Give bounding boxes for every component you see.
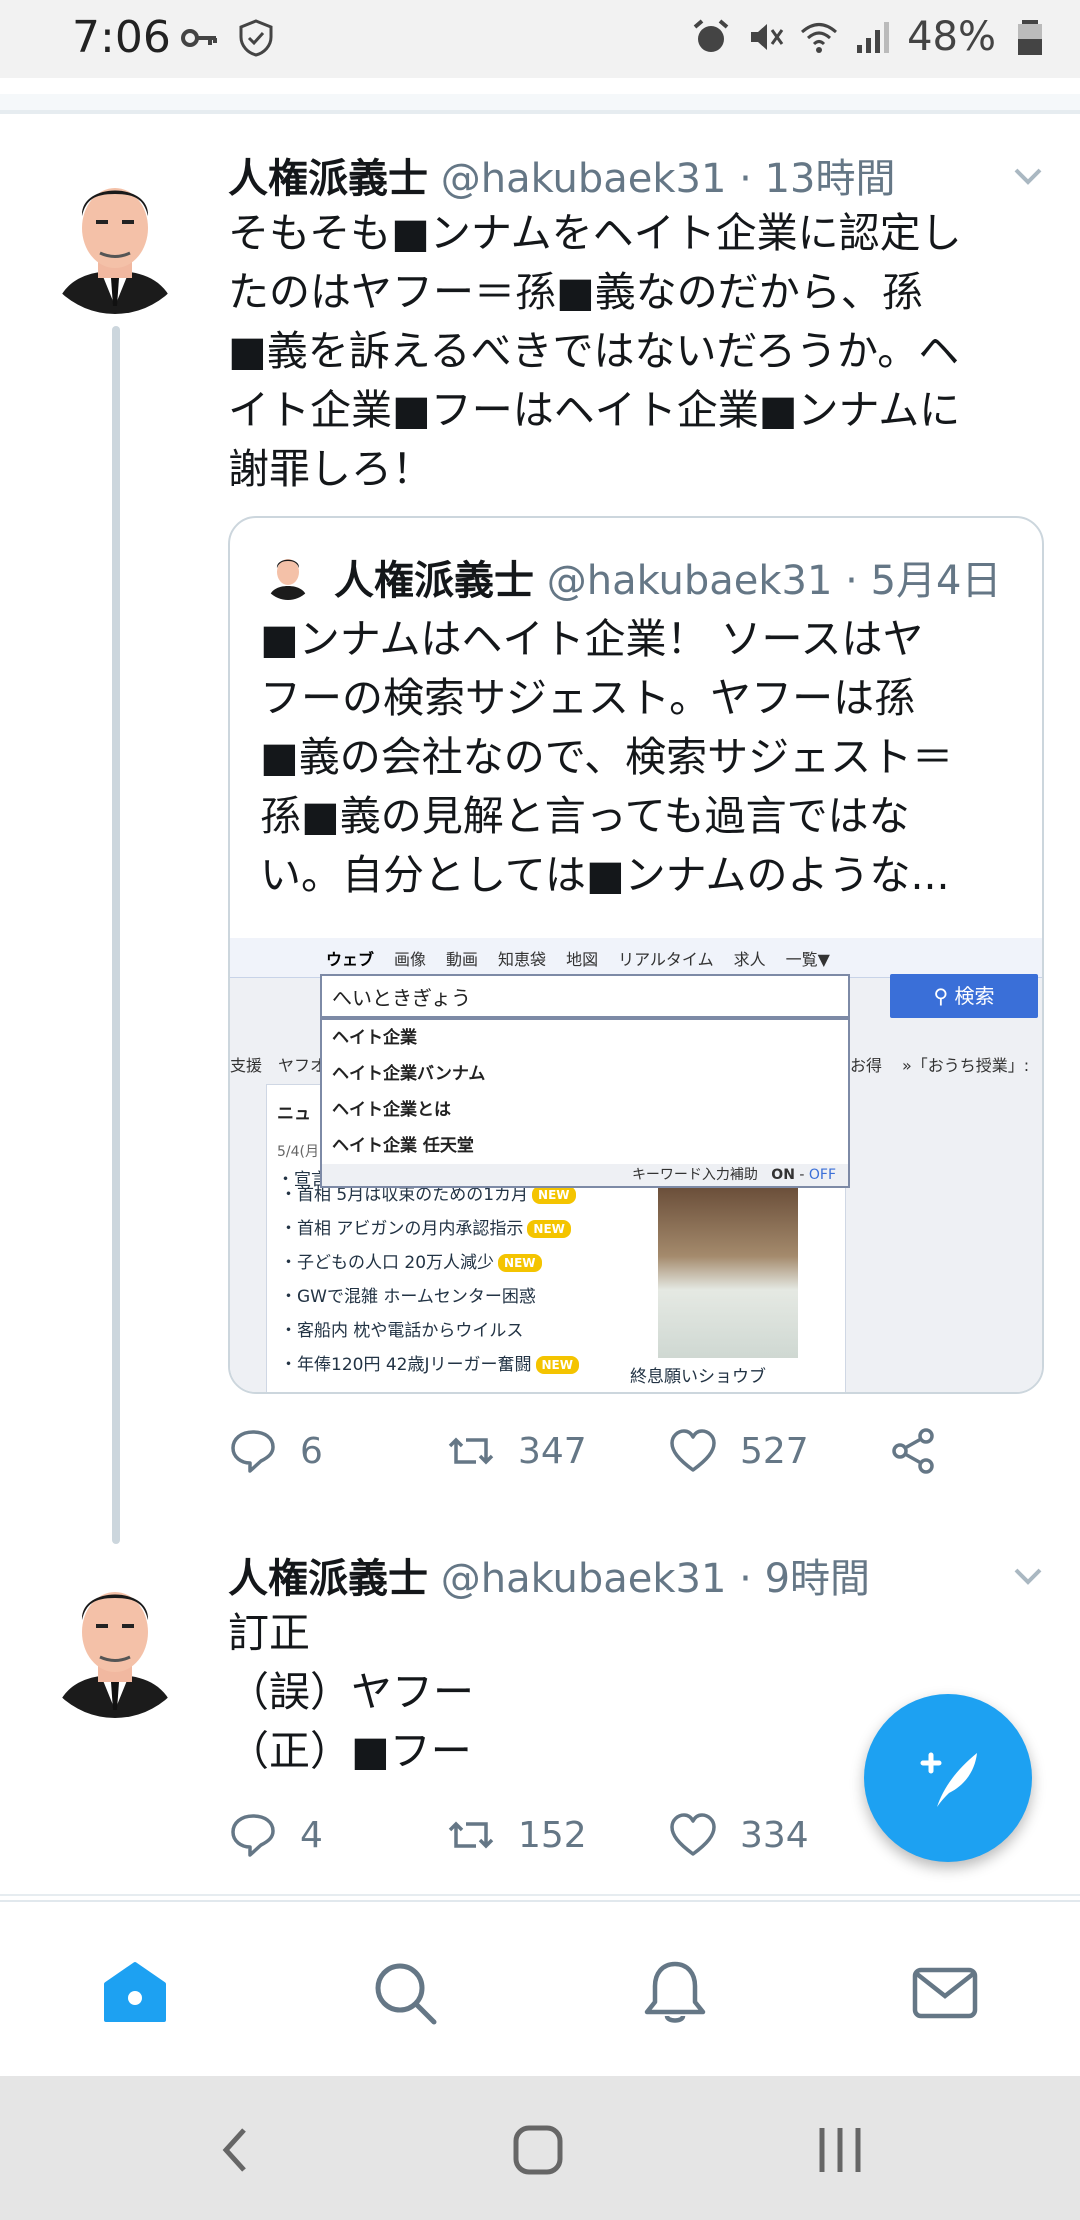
search-icon bbox=[375, 1963, 437, 2025]
like-button[interactable]: 334 bbox=[668, 1810, 809, 1860]
content-divider bbox=[0, 1894, 1080, 1896]
reply-icon bbox=[231, 1814, 275, 1857]
bell-icon bbox=[644, 1961, 706, 2023]
recents-button[interactable] bbox=[810, 2120, 870, 2180]
bottom-nav bbox=[0, 1900, 1080, 2076]
back-icon bbox=[222, 2128, 246, 2172]
tweet-time[interactable]: 9時間 bbox=[765, 1556, 870, 1602]
reply-button[interactable]: 4 bbox=[228, 1810, 323, 1860]
nav-messages[interactable] bbox=[910, 1958, 980, 2028]
system-navigation-bar bbox=[0, 2076, 1080, 2220]
nav-notifications[interactable] bbox=[640, 1958, 710, 2028]
retweet-count: 152 bbox=[518, 1814, 587, 1856]
tweet[interactable]: 人権派義士 @hakubaek31 · 9時間 訂正 （誤）ヤフー （正）■フー… bbox=[0, 0, 1080, 1894]
recents-icon bbox=[819, 2128, 861, 2172]
author-handle[interactable]: @hakubaek31 bbox=[441, 1556, 727, 1602]
avatar-illustration bbox=[36, 1560, 194, 1718]
like-count: 334 bbox=[740, 1814, 809, 1856]
compose-icon bbox=[920, 1752, 977, 1807]
reply-count: 4 bbox=[300, 1814, 323, 1856]
compose-tweet-button[interactable] bbox=[864, 1694, 1032, 1862]
home-icon bbox=[104, 1962, 166, 2022]
square-home-icon bbox=[513, 2125, 563, 2175]
tweet-text-line: 訂正 bbox=[228, 1609, 310, 1657]
heart-icon bbox=[670, 1813, 716, 1856]
author-name[interactable]: 人権派義士 bbox=[228, 1556, 428, 1602]
tweet-header: 人権派義士 @hakubaek31 · 9時間 bbox=[228, 1546, 870, 1604]
avatar[interactable] bbox=[36, 1560, 194, 1718]
retweet-button[interactable]: 152 bbox=[446, 1810, 587, 1860]
twitter-timeline-screen: 7:06 48% 人権派義士 @hakubaek31 · 13時間 そもそも■ン… bbox=[0, 0, 1080, 2220]
mail-icon bbox=[912, 1967, 978, 2019]
back-button[interactable] bbox=[206, 2120, 266, 2180]
nav-home[interactable] bbox=[100, 1958, 170, 2028]
home-system-button[interactable] bbox=[508, 2120, 568, 2180]
separator-dot: · bbox=[739, 1556, 752, 1602]
nav-search[interactable] bbox=[370, 1958, 440, 2028]
chevron-down-icon[interactable] bbox=[1008, 1556, 1048, 1596]
retweet-icon bbox=[448, 1821, 494, 1849]
